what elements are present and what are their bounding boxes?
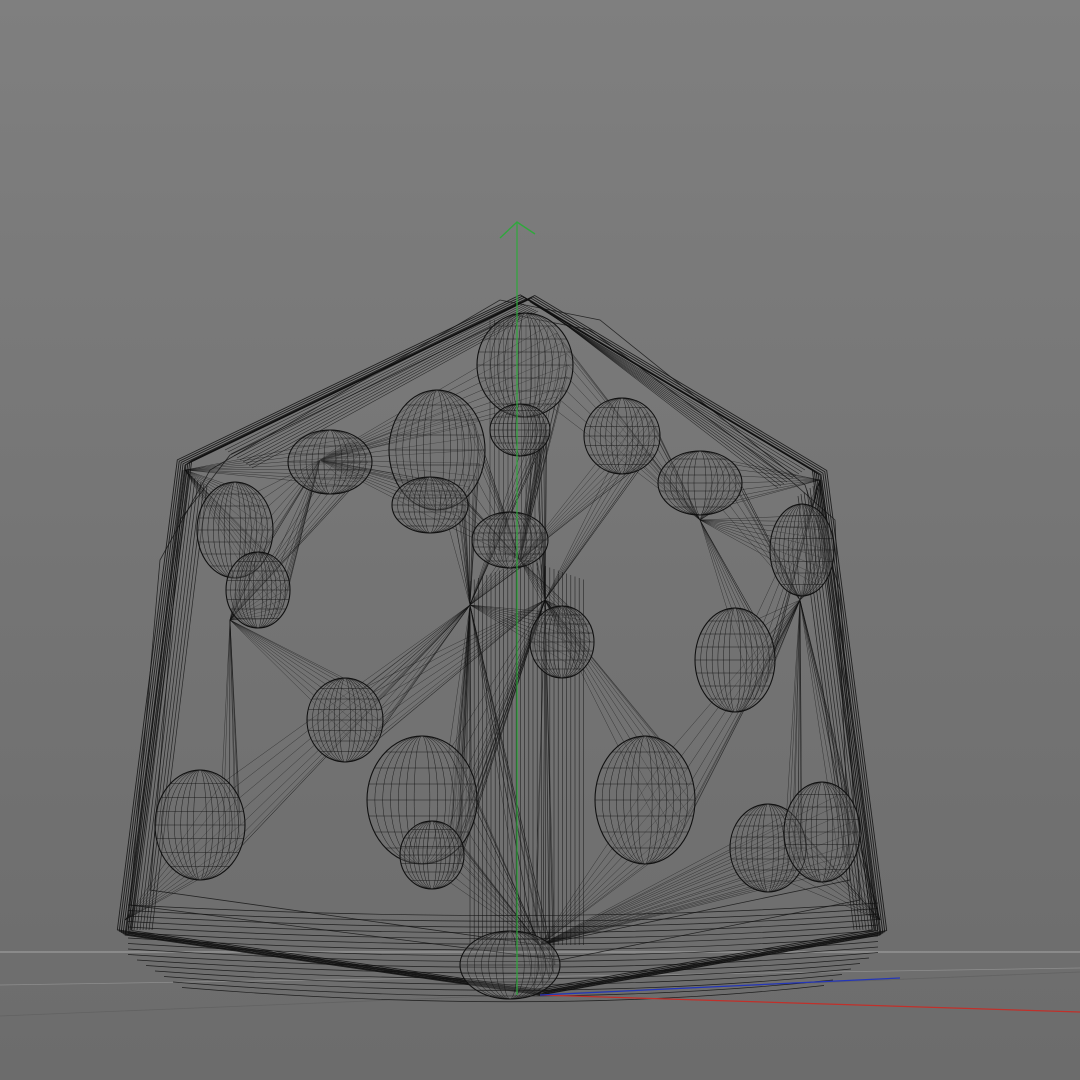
dice-pip: [459, 930, 561, 1000]
dice-pip: [583, 397, 661, 475]
dice-pip: [471, 511, 549, 569]
dice-pip: [287, 429, 373, 495]
dice-pip: [489, 403, 551, 457]
dice-pip: [657, 450, 743, 516]
mesh-fan-edge: [469, 814, 541, 946]
dice-pip: [399, 820, 465, 890]
dice-pip: [694, 607, 776, 713]
dice-pip: [306, 677, 384, 763]
dice-pip: [594, 735, 696, 865]
dice-pip: [783, 781, 861, 883]
mesh-fan-edge: [539, 862, 848, 946]
dice-pip: [529, 605, 595, 679]
mesh-fan-edge: [379, 604, 471, 721]
mesh-fan-edge: [840, 869, 881, 921]
mesh-fan-edge: [539, 881, 787, 946]
mesh-fan-edge: [377, 604, 471, 711]
mesh-top-ridge: [529, 301, 806, 471]
mesh-top-ridge: [531, 302, 803, 473]
mesh-bottom-ring: [127, 902, 879, 916]
dice-pip: [225, 551, 291, 629]
3d-viewport[interactable]: [0, 0, 1080, 1080]
mesh-fan-edge: [459, 847, 541, 946]
mesh-fan-edge: [471, 799, 541, 946]
dice-pip: [476, 312, 574, 418]
viewport-canvas[interactable]: [0, 0, 1080, 1080]
dice-pip: [769, 503, 835, 597]
mesh-fan-edge: [544, 459, 648, 601]
x-axis-line: [539, 994, 1080, 1013]
mesh-fan-edge: [544, 464, 641, 601]
mesh-fan-edge: [469, 604, 544, 986]
mesh-fan-edge: [786, 599, 801, 815]
mesh-top-ridge: [547, 310, 779, 489]
mesh-fan-edge: [221, 619, 231, 784]
dice-pip: [391, 476, 469, 534]
dice-pip: [154, 769, 246, 881]
